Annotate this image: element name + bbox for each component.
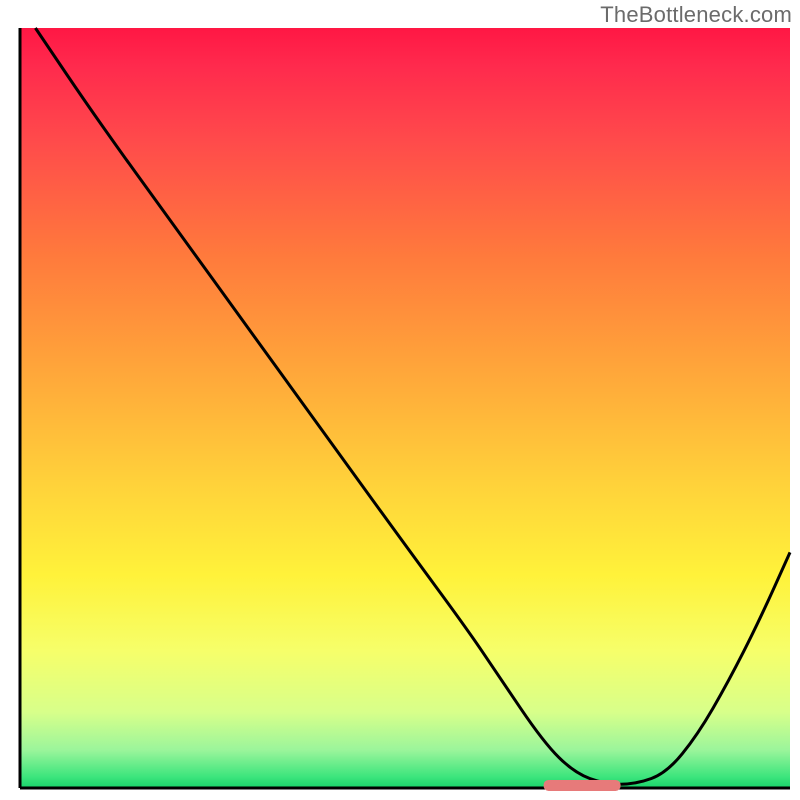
chart-container: TheBottleneck.com <box>0 0 800 800</box>
plot-background <box>20 28 790 788</box>
bottleneck-chart <box>0 0 800 800</box>
watermark-text: TheBottleneck.com <box>600 2 792 28</box>
optimal-range-marker <box>544 780 621 791</box>
